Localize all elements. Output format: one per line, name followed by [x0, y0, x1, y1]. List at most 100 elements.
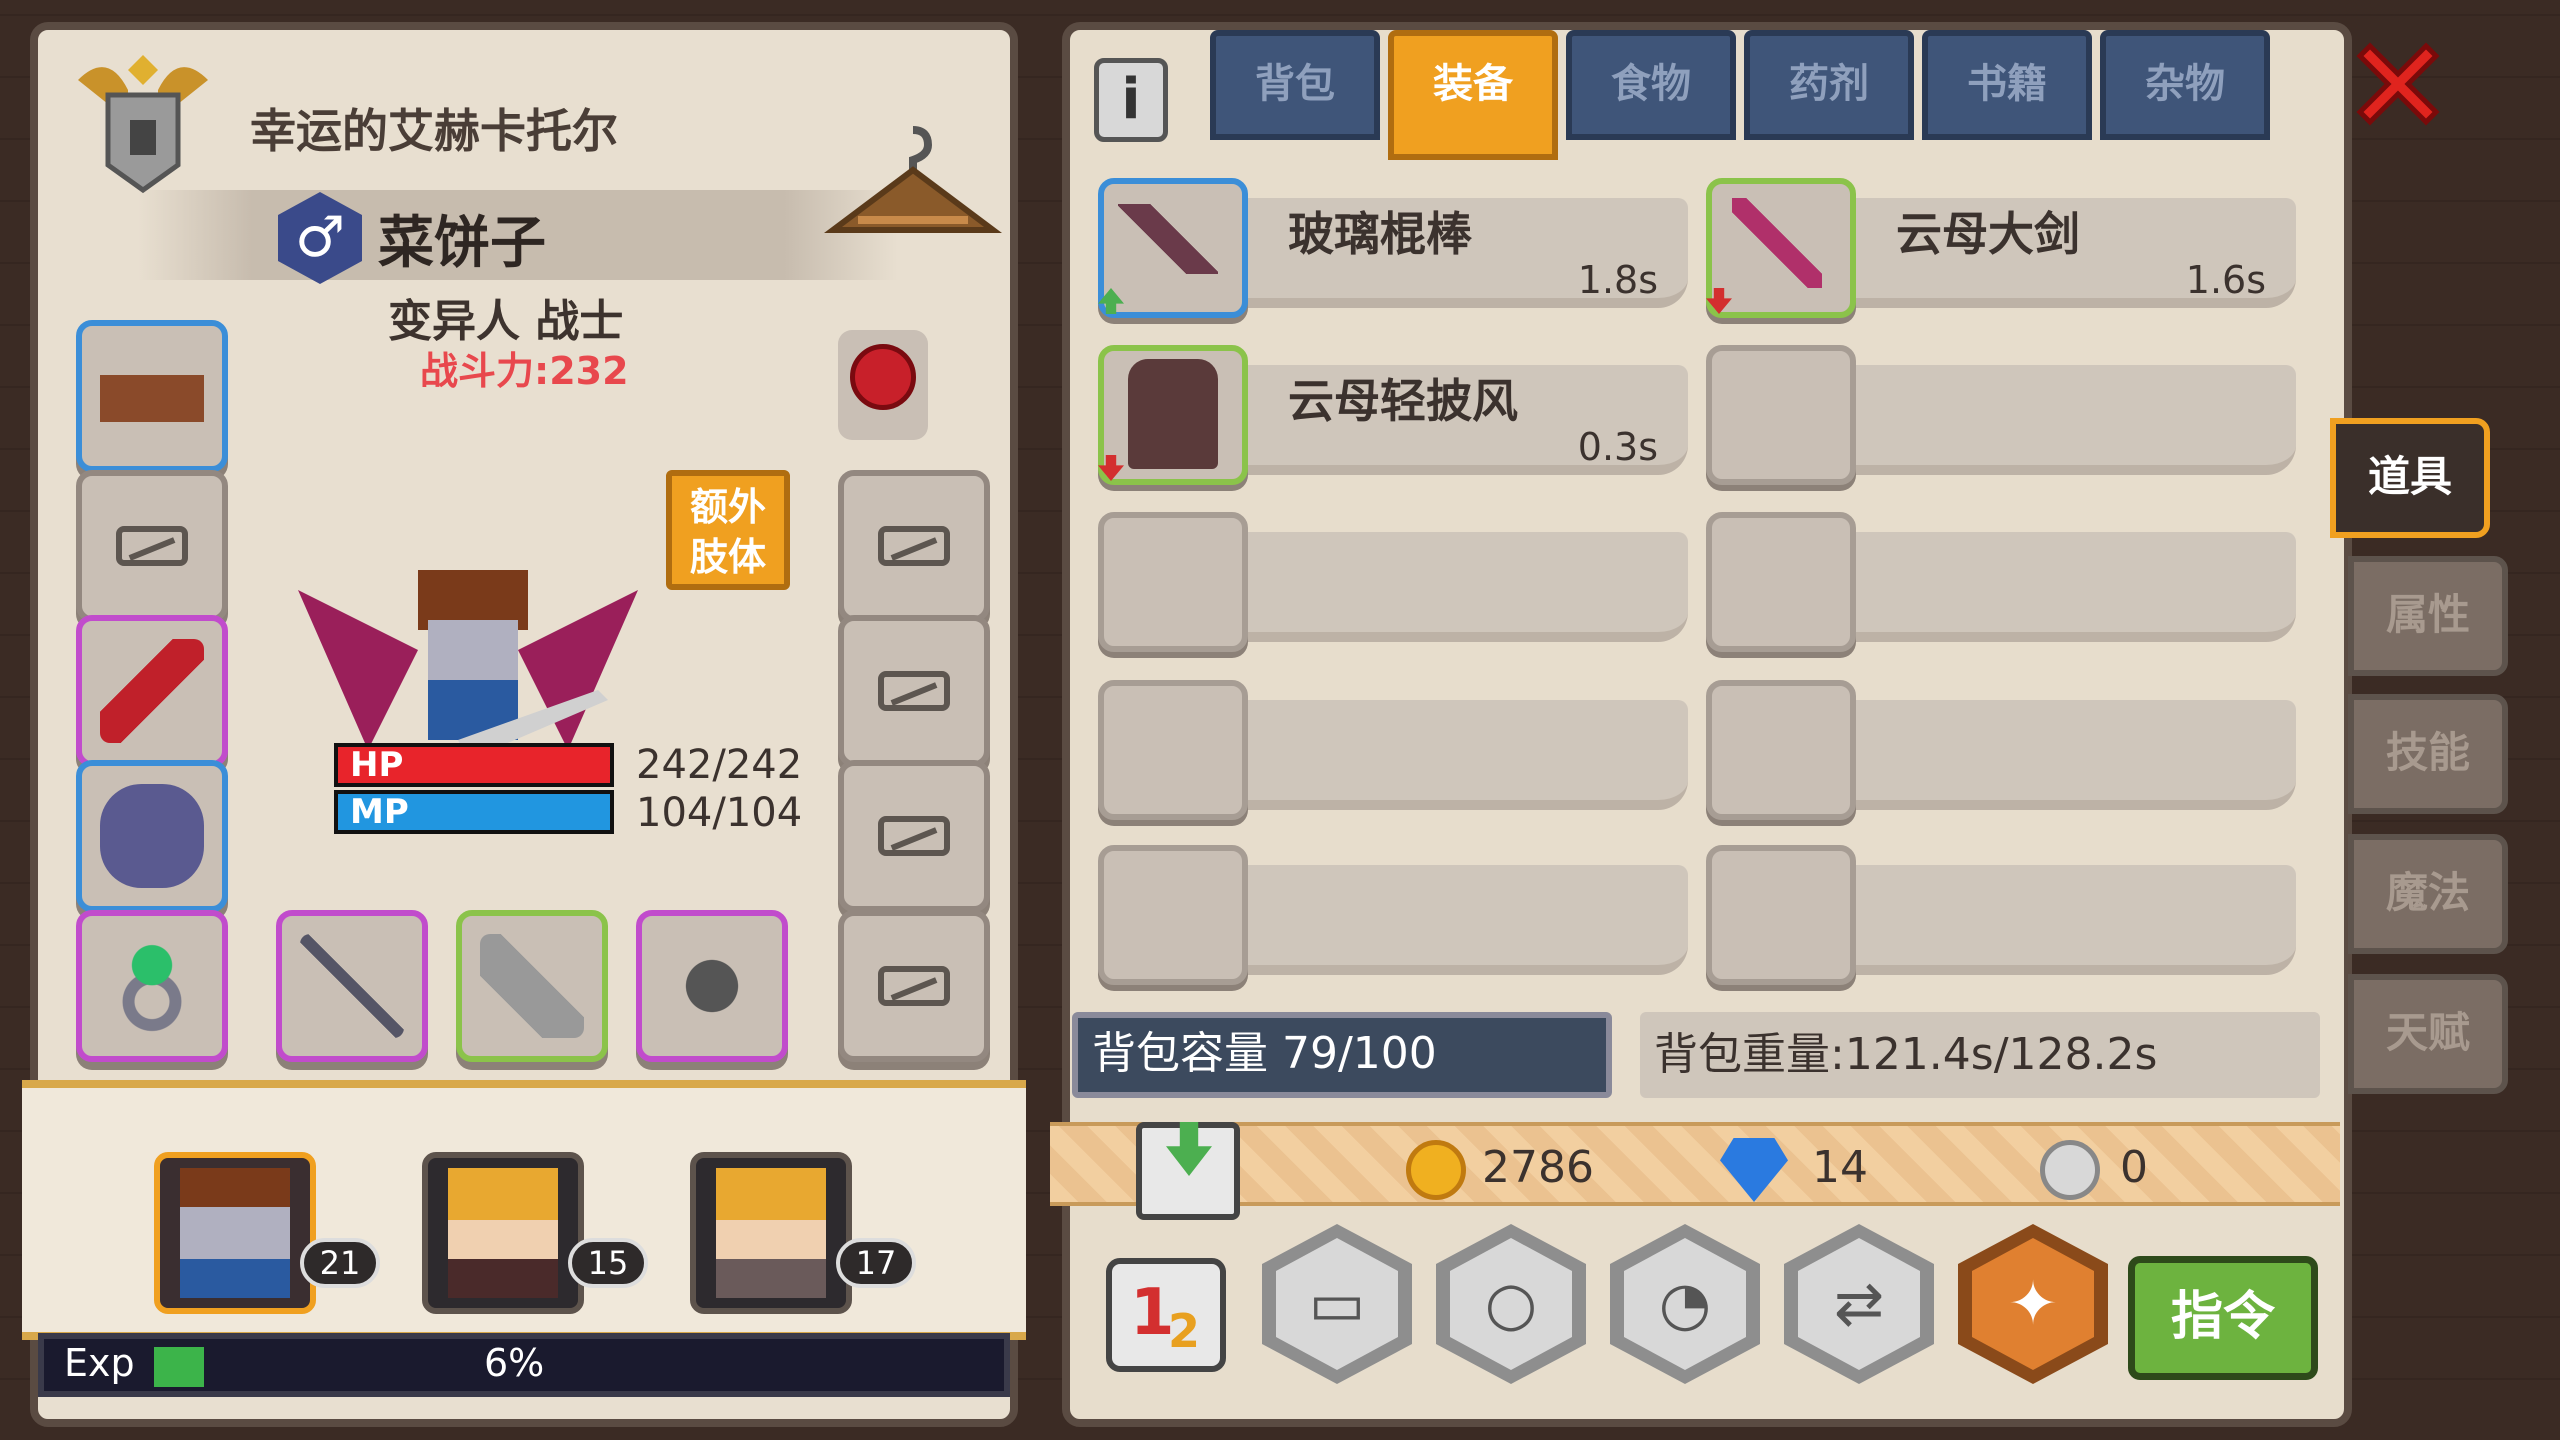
locked-slot-left-1[interactable] — [76, 470, 228, 622]
lock-icon — [878, 816, 950, 856]
hat-icon — [100, 344, 204, 448]
hp-bar: HP — [334, 743, 614, 787]
empty-row[interactable] — [1098, 512, 1688, 652]
item-weight: 0.3s — [1577, 425, 1658, 469]
red-wing-icon — [100, 639, 204, 743]
spear-icon — [300, 934, 404, 1038]
cleaver-icon — [480, 934, 584, 1038]
exp-fill — [154, 1347, 204, 1387]
lock-icon — [878, 526, 950, 566]
party-level-1: 21 — [300, 1238, 380, 1288]
locked-slot-right-2[interactable] — [838, 615, 990, 767]
party-member-3[interactable] — [690, 1152, 852, 1314]
side-tab-items[interactable]: 道具 — [2330, 418, 2490, 538]
storage-download-icon[interactable] — [1136, 1122, 1240, 1220]
bag-capacity: 背包容量 79/100 — [1072, 1012, 1612, 1098]
item-name: 玻璃棍棒 — [1288, 207, 1472, 261]
wing-slot[interactable] — [76, 615, 228, 767]
exp-percent: 6% — [484, 1341, 545, 1385]
exp-label: Exp — [64, 1341, 135, 1385]
party-member-2[interactable] — [422, 1152, 584, 1314]
swap-icon: ⇄ — [1833, 1269, 1885, 1339]
equip-item-2[interactable]: 云母大剑 1.6s — [1706, 178, 2296, 318]
weapon-slot-1[interactable] — [276, 910, 428, 1062]
portrait-icon — [448, 1168, 558, 1298]
gem-amount: 14 — [1812, 1142, 1868, 1193]
lock-icon — [116, 526, 188, 566]
portrait-icon — [716, 1168, 826, 1298]
zoom-icon: ◔ — [1658, 1269, 1712, 1339]
combat-power: 战斗力:232 — [420, 349, 629, 393]
book-icon: ▭ — [1308, 1269, 1366, 1339]
locked-slot-right-3[interactable] — [838, 760, 990, 912]
empty-row[interactable] — [1098, 680, 1688, 820]
locked-slot-right-1[interactable] — [838, 470, 990, 622]
mp-bar: MP — [334, 790, 614, 834]
close-icon[interactable] — [2348, 34, 2448, 134]
lock-icon — [878, 966, 950, 1006]
stone-icon — [660, 934, 764, 1038]
party-level-2: 15 — [568, 1238, 648, 1288]
party-level-3: 17 — [836, 1238, 916, 1288]
sort-button[interactable]: 1 2 — [1106, 1258, 1226, 1372]
tab-food[interactable]: 食物 — [1566, 30, 1736, 140]
armor-slot[interactable] — [76, 760, 228, 912]
side-tab-talent[interactable]: 天赋 — [2348, 974, 2508, 1094]
item-icon-frame — [1098, 178, 1248, 318]
demon-mark-icon[interactable] — [838, 330, 928, 440]
rank-emblem-icon — [68, 50, 218, 200]
extra-limb-button[interactable]: 额外肢体 — [666, 470, 790, 590]
ring-slot[interactable] — [76, 910, 228, 1062]
item-name: 云母轻披风 — [1288, 374, 1518, 428]
party-member-1[interactable] — [154, 1152, 316, 1314]
hp-label: HP — [350, 745, 404, 785]
empty-row[interactable] — [1098, 845, 1688, 985]
equip-item-1[interactable]: 玻璃棍棒 1.8s — [1098, 178, 1688, 318]
greatsword-icon — [1732, 198, 1822, 288]
side-tab-attributes[interactable]: 属性 — [2348, 556, 2508, 676]
weapon-slot-2[interactable] — [456, 910, 608, 1062]
equip-item-3[interactable]: 云母轻披风 0.3s — [1098, 345, 1688, 485]
empty-row[interactable] — [1706, 680, 2296, 820]
tab-misc[interactable]: 杂物 — [2100, 30, 2270, 140]
empty-row[interactable] — [1706, 512, 2296, 652]
item-icon-frame — [1706, 178, 1856, 318]
mp-value: 104/104 — [636, 790, 803, 836]
hp-value: 242/242 — [636, 742, 803, 788]
exp-bar: Exp 6% — [38, 1333, 1010, 1397]
shuriken-icon: ✦ — [2007, 1269, 2059, 1339]
item-icon-frame — [1098, 345, 1248, 485]
character-panel: 幸运的艾赫卡托尔 ♂ 菜饼子 变异人 战士 战斗力:232 额外肢体 HP MP… — [22, 22, 1026, 1427]
wardrobe-hanger-icon[interactable] — [818, 110, 1008, 250]
character-name[interactable]: 菜饼子 — [378, 198, 546, 279]
tab-books[interactable]: 书籍 — [1922, 30, 2092, 140]
lock-icon — [878, 671, 950, 711]
tab-backpack[interactable]: 背包 — [1210, 30, 1380, 140]
side-tab-magic[interactable]: 魔法 — [2348, 834, 2508, 954]
gold-amount: 2786 — [1482, 1142, 1594, 1193]
empty-slot-frame — [1706, 345, 1856, 485]
portrait-icon — [180, 1168, 290, 1298]
item-weight: 1.6s — [2185, 258, 2266, 302]
cloak-icon — [1128, 359, 1218, 469]
comb-icon — [1118, 204, 1218, 274]
mp-label: MP — [350, 792, 409, 832]
equip-item-empty[interactable] — [1706, 345, 2296, 485]
info-icon[interactable]: i — [1094, 58, 1168, 142]
tab-potion[interactable]: 药剂 — [1744, 30, 1914, 140]
side-tab-skills[interactable]: 技能 — [2348, 694, 2508, 814]
tab-equipment[interactable]: 装备 — [1388, 30, 1558, 160]
command-label: 指令 — [2170, 1287, 2275, 1347]
gold-coin-icon — [1406, 1140, 1466, 1200]
locked-slot-right-4[interactable] — [838, 910, 990, 1062]
character-title: 幸运的艾赫卡托尔 — [250, 104, 618, 158]
helmet-slot[interactable] — [76, 320, 228, 472]
silver-coin-icon — [2040, 1140, 2100, 1200]
weapon-slot-3[interactable] — [636, 910, 788, 1062]
empty-row[interactable] — [1706, 845, 2296, 985]
extra-limb-label: 额外肢体 — [689, 485, 766, 579]
armor-icon — [100, 784, 204, 888]
command-button[interactable]: 指令 — [2128, 1256, 2318, 1380]
bag-weight: 背包重量:121.4s/128.2s — [1640, 1012, 2320, 1098]
item-name: 云母大剑 — [1896, 207, 2080, 261]
